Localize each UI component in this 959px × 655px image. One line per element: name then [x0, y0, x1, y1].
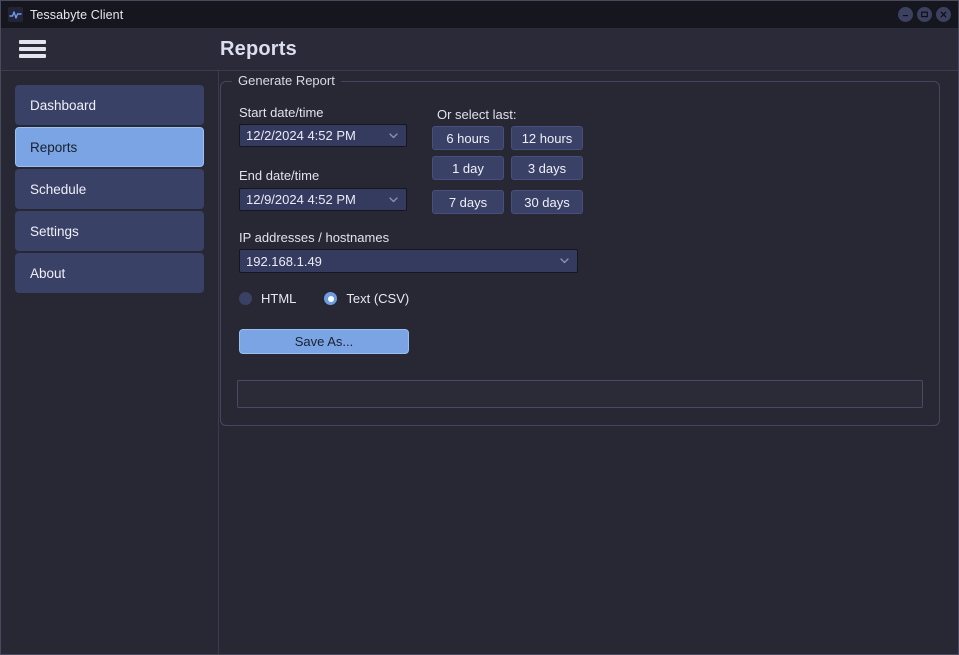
sidebar-item-label: Schedule	[30, 181, 87, 197]
quick-select-label: Or select last:	[437, 107, 517, 122]
quick-select-label-text: 7 days	[448, 194, 488, 210]
end-datetime-value: 12/9/2024 4:52 PM	[246, 192, 356, 207]
hamburger-bar	[19, 47, 46, 51]
pulse-icon	[8, 7, 23, 22]
end-datetime-label: End date/time	[239, 168, 320, 183]
quick-select-6-hours[interactable]: 6 hours	[432, 126, 504, 150]
radio-html[interactable]: HTML	[239, 291, 296, 306]
content-panel: Generate Report Start date/time 12/2/202…	[219, 71, 958, 654]
output-format-radio-group: HTML Text (CSV)	[239, 291, 437, 306]
ip-addresses-value: 192.168.1.49	[246, 253, 322, 269]
quick-select-label-text: 30 days	[524, 194, 570, 210]
chevron-down-icon	[389, 132, 398, 139]
quick-select-12-hours[interactable]: 12 hours	[511, 126, 583, 150]
sidebar-item-schedule[interactable]: Schedule	[15, 169, 204, 209]
window-title: Tessabyte Client	[30, 7, 124, 22]
hamburger-bar	[19, 40, 46, 44]
ip-addresses-input[interactable]: 192.168.1.49	[239, 249, 578, 273]
quick-select-1-day[interactable]: 1 day	[432, 156, 504, 180]
quick-select-label-text: 3 days	[527, 160, 567, 176]
header-bar: Reports	[1, 28, 958, 71]
page-title: Reports	[220, 37, 297, 60]
sidebar-item-label: Settings	[30, 223, 79, 239]
chevron-down-icon	[389, 196, 398, 203]
status-output-box[interactable]	[237, 380, 923, 408]
start-datetime-input[interactable]: 12/2/2024 4:52 PM	[239, 124, 407, 147]
end-datetime-input[interactable]: 12/9/2024 4:52 PM	[239, 188, 407, 211]
sidebar-item-label: About	[30, 265, 66, 281]
hamburger-bar	[19, 54, 46, 58]
sidebar-item-settings[interactable]: Settings	[15, 211, 204, 251]
sidebar-item-reports[interactable]: Reports	[15, 127, 204, 167]
minimize-button[interactable]	[898, 7, 913, 22]
radio-label: HTML	[261, 291, 297, 306]
chevron-down-icon	[560, 258, 569, 264]
sidebar-item-label: Reports	[30, 139, 78, 155]
hamburger-menu-icon[interactable]	[19, 38, 46, 60]
body-area: Dashboard Reports Schedule Settings Abou…	[1, 71, 958, 654]
application-window: Tessabyte Client Reports Dashboard Repor…	[0, 0, 959, 655]
radio-indicator-selected	[324, 292, 338, 305]
start-datetime-label: Start date/time	[239, 105, 324, 120]
radio-indicator	[239, 292, 252, 305]
sidebar-item-about[interactable]: About	[15, 253, 204, 293]
radio-label: Text (CSV)	[346, 291, 410, 306]
generate-report-groupbox: Generate Report Start date/time 12/2/202…	[220, 73, 940, 426]
quick-select-label-text: 6 hours	[446, 130, 490, 146]
save-as-label: Save As...	[294, 334, 354, 349]
window-controls	[898, 1, 951, 28]
sidebar-navigation: Dashboard Reports Schedule Settings Abou…	[1, 71, 219, 654]
quick-select-7-days[interactable]: 7 days	[432, 190, 504, 214]
radio-text-csv[interactable]: Text (CSV)	[324, 291, 409, 306]
sidebar-item-label: Dashboard	[30, 97, 97, 113]
quick-select-label-text: 12 hours	[521, 130, 573, 146]
sidebar-item-dashboard[interactable]: Dashboard	[15, 85, 204, 125]
maximize-button[interactable]	[917, 7, 932, 22]
ip-addresses-label: IP addresses / hostnames	[239, 230, 390, 245]
title-bar: Tessabyte Client	[1, 1, 958, 28]
save-as-button[interactable]: Save As...	[239, 329, 409, 354]
quick-select-30-days[interactable]: 30 days	[511, 190, 583, 214]
close-button[interactable]	[936, 7, 951, 22]
groupbox-legend: Generate Report	[232, 73, 341, 88]
quick-select-3-days[interactable]: 3 days	[511, 156, 583, 180]
quick-select-label-text: 1 day	[452, 160, 484, 176]
start-datetime-value: 12/2/2024 4:52 PM	[246, 128, 356, 143]
